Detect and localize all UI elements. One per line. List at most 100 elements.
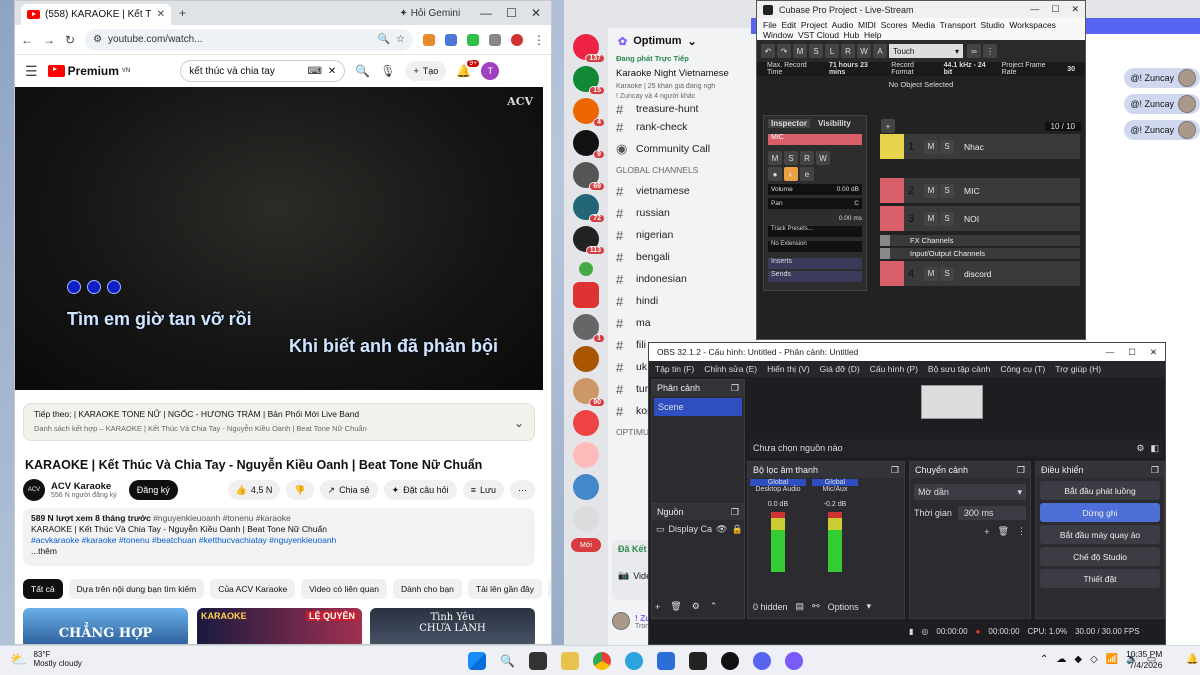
new-tab-icon[interactable]: + bbox=[179, 6, 186, 20]
search-icon[interactable]: 🔍 bbox=[355, 64, 370, 78]
chevron-down-icon[interactable]: ▾ bbox=[867, 601, 872, 612]
channel-nigerian[interactable]: # nigerian bbox=[608, 224, 757, 246]
dislike-button[interactable]: 👎 bbox=[286, 480, 314, 500]
keyboard-icon[interactable]: ⌨ bbox=[307, 66, 321, 77]
sends-section[interactable]: Sends bbox=[768, 271, 862, 282]
link-icon[interactable]: ∞ bbox=[967, 44, 981, 58]
add-icon[interactable]: + bbox=[655, 602, 660, 612]
wifi-icon[interactable]: 📶 bbox=[1106, 654, 1118, 665]
program-preview[interactable] bbox=[921, 385, 983, 419]
ask-button[interactable]: ✦ Đặt câu hỏi bbox=[383, 480, 457, 500]
solo-button[interactable]: S bbox=[809, 44, 823, 58]
inspector-tab[interactable]: Inspector bbox=[768, 118, 811, 128]
onedrive-icon[interactable]: ☁ bbox=[1056, 654, 1066, 665]
listen-button[interactable]: L bbox=[825, 44, 839, 58]
minimize-icon[interactable]: — bbox=[480, 6, 492, 20]
discord-ptb-icon[interactable] bbox=[784, 652, 803, 670]
save-button[interactable]: ≡ Lưu bbox=[462, 480, 504, 500]
close-icon[interactable]: ✕ bbox=[531, 6, 541, 20]
channel-vietnamese[interactable]: # vietnamese bbox=[608, 180, 757, 202]
link-icon[interactable]: ⚯ bbox=[812, 601, 820, 612]
subscribe-button[interactable]: Đăng ký bbox=[128, 480, 178, 500]
description-box[interactable]: 589 N lượt xem 8 tháng trước #nguyenkieu… bbox=[23, 508, 535, 566]
read-button[interactable]: R bbox=[800, 151, 814, 165]
menu-dots-icon[interactable]: ⋮ bbox=[533, 33, 545, 47]
more-icon[interactable]: ⋯ bbox=[510, 480, 535, 500]
solo-button[interactable]: S bbox=[940, 266, 954, 281]
mute-button[interactable]: M bbox=[924, 211, 938, 226]
bell-icon[interactable]: 🔔 9+ bbox=[456, 60, 480, 78]
new-badge[interactable]: Mới bbox=[571, 538, 601, 552]
add-track-icon[interactable]: + bbox=[881, 119, 895, 133]
solo-button[interactable]: S bbox=[940, 211, 954, 226]
server-icon[interactable]: 137 bbox=[573, 34, 605, 63]
channel-ma[interactable]: # ma bbox=[608, 312, 757, 334]
undock-icon[interactable]: ❐ bbox=[731, 383, 739, 394]
trash-icon[interactable]: 🗑 bbox=[998, 526, 1009, 537]
server-header[interactable]: ✿ Optimum ⌄ bbox=[608, 28, 757, 54]
undock-icon[interactable]: ❐ bbox=[1017, 465, 1025, 476]
menu-docks[interactable]: Giá đỡ (D) bbox=[820, 364, 860, 374]
automation-button[interactable]: A bbox=[873, 44, 887, 58]
chip-for-you[interactable]: Dành cho bạn bbox=[392, 579, 462, 599]
server-icon[interactable]: 69 bbox=[573, 162, 605, 191]
solo-button[interactable]: S bbox=[940, 183, 954, 198]
server-icon[interactable]: 90 bbox=[573, 378, 605, 407]
mute-button[interactable]: M bbox=[924, 183, 938, 198]
source-item[interactable]: ▭ Display Ca 👁 🔒 bbox=[652, 520, 744, 538]
like-button[interactable]: 👍 4,5 N bbox=[227, 480, 281, 500]
track-row[interactable]: 2 M S MIC bbox=[880, 178, 1080, 204]
server-icon[interactable] bbox=[573, 474, 599, 500]
chip-more[interactable]: Đ bbox=[548, 579, 551, 599]
automation-mode-select[interactable]: Touch ▾ bbox=[889, 44, 963, 58]
channel-hindi[interactable]: # hindi bbox=[608, 290, 757, 312]
inspector-track-name[interactable]: MIC bbox=[768, 134, 862, 145]
write-button[interactable]: W bbox=[816, 151, 830, 165]
extension-select[interactable]: No Extension bbox=[768, 241, 862, 252]
close-tab-icon[interactable]: ✕ bbox=[157, 9, 165, 20]
maximize-icon[interactable]: ☐ bbox=[1128, 347, 1136, 358]
close-icon[interactable]: ✕ bbox=[1150, 347, 1157, 358]
transition-select[interactable]: Mờ dần ▾ bbox=[914, 484, 1026, 500]
start-virtual-camera-button[interactable]: Bắt đầu máy quay ảo bbox=[1040, 525, 1160, 544]
server-icon[interactable]: 15 bbox=[573, 66, 605, 95]
clock[interactable]: 10:35 PM 7/4/2026 bbox=[1126, 649, 1162, 671]
menu-help[interactable]: Trợ giúp (H) bbox=[1055, 364, 1101, 374]
inserts-section[interactable]: Inserts bbox=[768, 258, 862, 269]
channel-community-call[interactable]: ◉ Community Call bbox=[608, 138, 757, 160]
green-ext-icon[interactable] bbox=[467, 33, 479, 46]
menu-edit[interactable]: Chỉnh sửa (E) bbox=[704, 364, 757, 374]
thumbnail-2[interactable]: KARAOKE LỆ QUYÊN bbox=[197, 608, 362, 644]
menu-workspaces[interactable]: Workspaces bbox=[1009, 20, 1056, 30]
menu-dots-icon[interactable]: ⋮ bbox=[1017, 526, 1026, 537]
filter-icon[interactable]: ◧ bbox=[1150, 443, 1159, 454]
app-icon[interactable] bbox=[656, 652, 675, 670]
server-icon[interactable] bbox=[573, 282, 599, 308]
server-icon[interactable] bbox=[573, 346, 599, 372]
mention-pill[interactable]: @! Zuncay bbox=[1124, 94, 1200, 114]
video-player[interactable]: ACV Tìm em giờ tan vỡ rồi Khi biết anh đ… bbox=[15, 87, 543, 390]
eye-icon[interactable]: 👁 bbox=[716, 524, 727, 535]
gear-icon[interactable]: ⚙ bbox=[1136, 443, 1144, 454]
menu-scene-collection[interactable]: Bộ sưu tập cảnh bbox=[928, 364, 990, 374]
stage-card[interactable]: Đang phát Trực Tiếp Karaoke Night Vietna… bbox=[608, 54, 757, 100]
metamask-icon[interactable] bbox=[423, 33, 435, 46]
menu-file[interactable]: File bbox=[763, 20, 777, 30]
mention-pill[interactable]: @! Zuncay bbox=[1124, 120, 1200, 140]
bookmark-star-icon[interactable]: ☆ bbox=[396, 34, 405, 45]
chip-all[interactable]: Tất cả bbox=[23, 579, 63, 599]
weather-widget[interactable]: ⛅ 83°F Mostly cloudy bbox=[10, 650, 82, 668]
monitor-icon[interactable]: ◐ bbox=[784, 167, 798, 181]
settings-button[interactable]: Thiết đặt bbox=[1040, 569, 1160, 588]
create-button[interactable]: + Tạo bbox=[405, 61, 447, 81]
duration-input[interactable]: 300 ms bbox=[957, 506, 1026, 520]
maximize-icon[interactable]: ☐ bbox=[1051, 4, 1059, 15]
menu-profile[interactable]: Cấu hình (P) bbox=[870, 364, 918, 374]
chrome-icon[interactable] bbox=[592, 652, 611, 670]
discord-icon[interactable] bbox=[752, 652, 771, 670]
lock-icon[interactable]: 🔒 bbox=[731, 524, 742, 535]
solo-button[interactable]: S bbox=[784, 151, 798, 165]
channel-bengali[interactable]: # bengali bbox=[608, 246, 757, 268]
server-icon[interactable]: 4 bbox=[573, 98, 605, 127]
write-button[interactable]: W bbox=[857, 44, 871, 58]
